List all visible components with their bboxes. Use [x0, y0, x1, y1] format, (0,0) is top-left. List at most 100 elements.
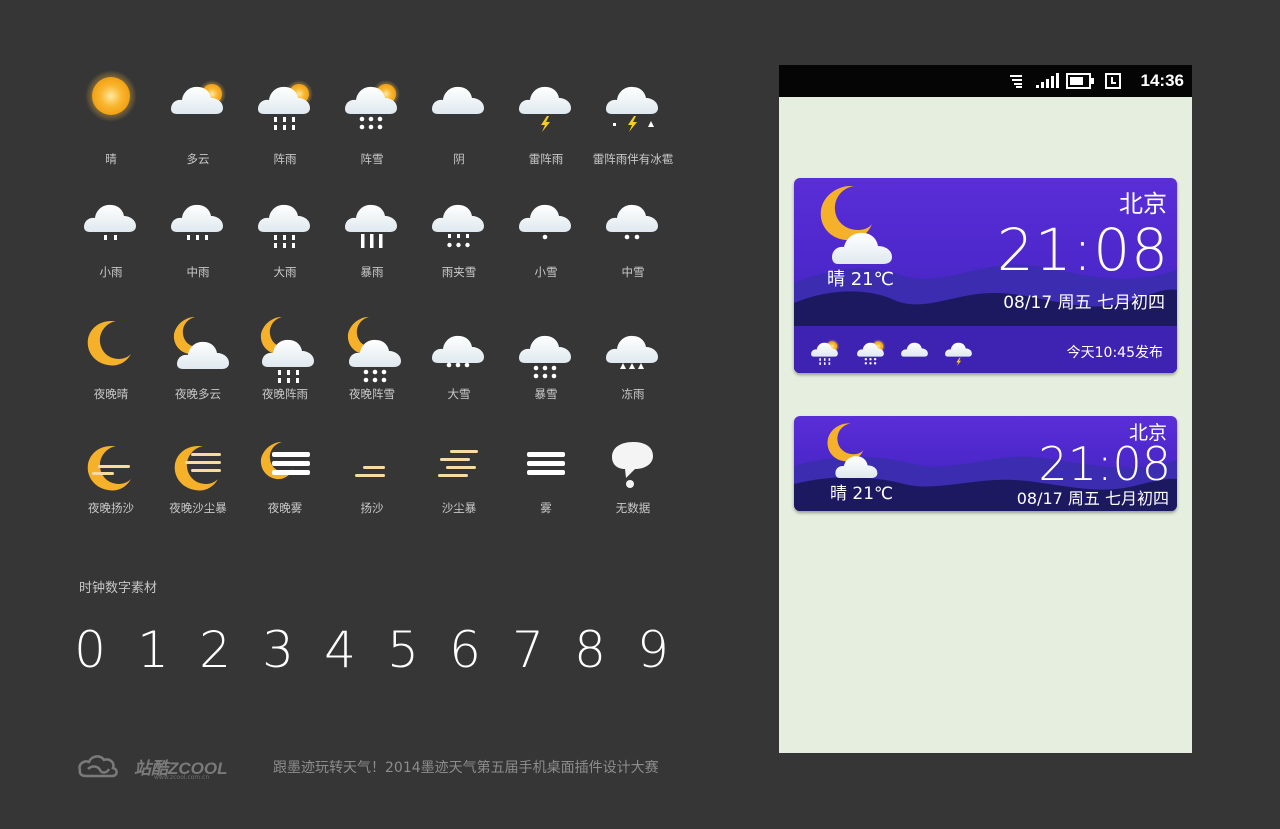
icon-row-4: 夜晚扬沙 夜晚沙尘暴 夜晚雾 扬沙 沙尘暴 雾 无数据 — [68, 438, 698, 538]
digit: 7 — [512, 621, 544, 679]
icon-cell: 夜晚雾 — [242, 438, 328, 538]
digits-section-title: 时钟数字素材 — [79, 581, 158, 596]
icon-cell: 沙尘暴 — [416, 438, 502, 538]
digit: 0 — [74, 621, 106, 679]
no-data-icon — [612, 442, 653, 488]
widget-time: 21:08 — [996, 216, 1169, 284]
clock-icon — [1105, 73, 1121, 89]
widget-city: 北京 — [1119, 190, 1167, 218]
status-time: 14:36 — [1140, 71, 1184, 90]
overcast-icon — [901, 342, 928, 357]
digit: 3 — [262, 621, 294, 679]
icon-cell: 夜晚晴 — [68, 313, 154, 413]
icon-label: 无数据 — [615, 501, 651, 515]
night-blowing-sand-icon — [87, 446, 131, 491]
icon-cell: 小雨 — [68, 188, 154, 288]
blowing-sand-icon — [355, 466, 385, 477]
zcool-logo: 站酷ZCOOL www.zcool.com.cn — [76, 750, 246, 784]
footer-caption: 跟墨迹玩转天气！2014墨迹天气第五届手机桌面插件设计大赛 — [273, 760, 659, 776]
phone-screen: 14:36 北京 21:08 08/17 周五 七月初四 晴 21℃ 今天10:… — [779, 65, 1192, 753]
night-shower-rain-icon — [260, 317, 314, 383]
digit: 8 — [574, 621, 606, 679]
notification-icon — [1010, 75, 1022, 88]
widget-condition: 晴 21℃ — [827, 269, 894, 290]
icon-cell: 小雪 — [503, 188, 589, 288]
digit: 5 — [387, 621, 419, 679]
icon-cell: 扬沙 — [329, 438, 415, 538]
thunder-hail-icon — [606, 86, 658, 132]
light-snow-icon — [519, 204, 571, 240]
night-fog-icon — [260, 442, 310, 480]
icon-cell: 大雨 — [242, 188, 328, 288]
icon-cell: 阴 — [416, 70, 502, 170]
status-bar: 14:36 — [779, 65, 1192, 97]
icon-cell: 中雪 — [590, 188, 676, 288]
icon-label: 冻雨 — [621, 387, 645, 401]
snowstorm-icon — [519, 335, 571, 379]
icon-cell: 雾 — [503, 438, 589, 538]
digit: 1 — [137, 621, 169, 679]
digit: 4 — [324, 621, 356, 679]
light-rain-icon — [84, 204, 136, 240]
battery-icon — [1066, 73, 1094, 89]
rainstorm-icon — [345, 204, 397, 248]
icon-cell: 无数据 — [590, 438, 676, 538]
weather-widget-large[interactable]: 北京 21:08 08/17 周五 七月初四 晴 21℃ 今天10:45发布 — [794, 178, 1177, 373]
icon-cell: 雷阵雨 — [503, 70, 589, 170]
digit: 9 — [637, 621, 669, 679]
icon-cell: 阵雪 — [329, 70, 415, 170]
widget-time: 21:08 — [1038, 437, 1171, 491]
weather-widget-small[interactable]: 北京 21:08 08/17 周五 七月初四 晴 21℃ — [794, 416, 1177, 511]
widget-condition: 晴 21℃ — [830, 484, 894, 504]
icon-cell: 夜晚阵雨 — [242, 313, 328, 413]
sleet-icon — [432, 204, 484, 248]
icon-row-2: 小雨 中雨 大雨 暴雨 雨夹雪 小雪 中雪 — [68, 188, 698, 288]
icon-cell: 夜晚阵雪 — [329, 313, 415, 413]
zcool-cloud-icon — [78, 755, 118, 778]
icon-row-3: 夜晚晴 夜晚多云 夜晚阵雨 夜晚阵雪 大雪 暴雪 冻雨 — [68, 313, 698, 413]
night-shower-snow-icon — [347, 317, 401, 383]
shower-snow-icon — [345, 80, 400, 130]
shower-rain-icon — [811, 339, 840, 365]
icon-cell: 雷阵雨伴有冰雹 — [590, 70, 676, 170]
icon-label: 中雪 — [621, 265, 645, 279]
moderate-snow-icon — [606, 204, 658, 240]
icon-cell: 夜晚沙尘暴 — [155, 438, 241, 538]
heavy-rain-icon — [258, 204, 310, 248]
icon-cell: 夜晚多云 — [155, 313, 241, 413]
shower-rain-icon — [258, 80, 313, 130]
sun-icon — [85, 70, 137, 122]
current-weather-icon — [820, 186, 892, 264]
forecast-row — [808, 334, 1008, 368]
icon-cell: 夜晚扬沙 — [68, 438, 154, 538]
widget-date: 08/17 周五 七月初四 — [1003, 293, 1165, 313]
digit: 6 — [449, 621, 481, 679]
heavy-snow-icon — [432, 335, 484, 368]
thunder-shower-icon — [945, 342, 972, 366]
moderate-rain-icon — [171, 204, 223, 240]
sandstorm-icon — [438, 450, 478, 477]
cloudy-icon — [171, 80, 226, 114]
night-sandstorm-icon — [174, 446, 221, 491]
zcool-logo-url: www.zcool.com.cn — [154, 774, 210, 781]
night-clear-icon — [87, 321, 131, 366]
widget-publish-time: 今天10:45发布 — [1066, 345, 1163, 361]
icon-cell: 大雪 — [416, 313, 502, 413]
freezing-rain-icon — [606, 335, 658, 369]
widget-date: 08/17 周五 七月初四 — [1016, 489, 1169, 508]
icon-cell: 暴雨 — [329, 188, 415, 288]
fog-icon — [527, 452, 565, 475]
icon-cell: 雨夹雪 — [416, 188, 502, 288]
icon-cell: 中雨 — [155, 188, 241, 288]
night-cloudy-icon — [173, 317, 229, 369]
thunder-shower-icon — [519, 86, 571, 132]
icon-cell: 阵雨 — [242, 70, 328, 170]
overcast-icon — [432, 86, 484, 114]
icon-cell: 多云 — [155, 70, 241, 170]
icon-cell: 暴雪 — [503, 313, 589, 413]
icon-cell: 冻雨 — [590, 313, 676, 413]
icon-cell: 晴 — [68, 70, 154, 170]
shower-snow-icon — [857, 339, 886, 365]
icon-label: 雷阵雨伴有冰雹 — [592, 152, 674, 166]
current-weather-icon — [827, 423, 878, 478]
